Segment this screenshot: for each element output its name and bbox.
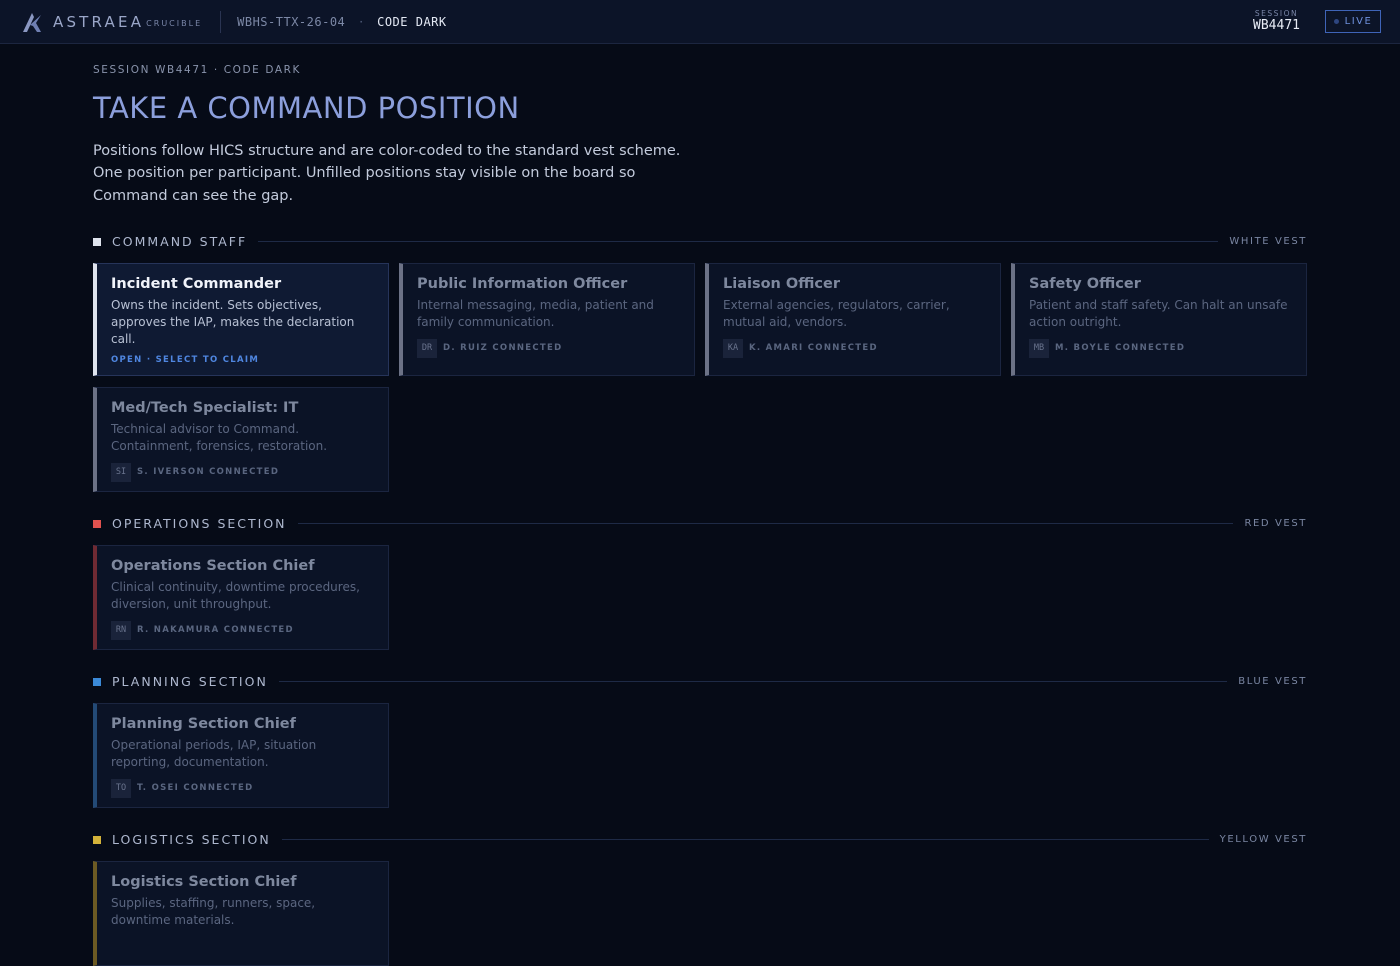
avatar: TO — [111, 778, 131, 798]
position-card-safety-officer[interactable]: Safety Officer Patient and staff safety.… — [1011, 262, 1307, 376]
position-description: External agencies, regulators, carrier, … — [723, 297, 950, 329]
section-vest-label: BLUE VEST — [1238, 676, 1307, 688]
position-grid: Logistics Section Chief Supplies, staffi… — [93, 860, 1307, 966]
avatar: SI — [111, 462, 131, 482]
top-bar: ASTRAEA CRUCIBLE WBHS-TTX-26-04 · CODE D… — [0, 0, 1400, 44]
brand-sub: CRUCIBLE — [146, 19, 203, 28]
section-header: OPERATIONS SECTION RED VEST — [93, 514, 1307, 534]
connected-status: D. RUIZ CONNECTED — [443, 343, 563, 354]
section-divider — [297, 523, 1234, 525]
red-vest-square-icon — [93, 519, 101, 528]
avatar: MB — [1029, 338, 1049, 358]
section-divider — [278, 681, 1228, 683]
section-vest-label: RED VEST — [1244, 518, 1307, 530]
position-title: Planning Section Chief — [111, 715, 296, 732]
position-card-public-information-officer[interactable]: Public Information Officer Internal mess… — [399, 262, 695, 376]
position-title: Safety Officer — [1029, 275, 1141, 292]
section-operations: OPERATIONS SECTION RED VEST Operations S… — [93, 514, 1307, 650]
position-status: SI S. IVERSON CONNECTED — [111, 462, 374, 482]
position-card-med-tech-specialist-it[interactable]: Med/Tech Specialist: IT Technical adviso… — [93, 386, 389, 492]
position-status: MB M. BOYLE CONNECTED — [1029, 338, 1292, 358]
section-planning: PLANNING SECTION BLUE VEST Planning Sect… — [93, 672, 1307, 808]
avatar: KA — [723, 338, 743, 358]
position-grid: Incident Commander Owns the incident. Se… — [93, 262, 1307, 492]
section-header: COMMAND STAFF WHITE VEST — [93, 232, 1307, 252]
astraea-logo-icon — [23, 12, 41, 32]
position-card-incident-commander[interactable]: Incident Commander Owns the incident. Se… — [93, 262, 389, 376]
white-vest-square-icon — [93, 237, 101, 246]
position-status: RN R. NAKAMURA CONNECTED — [111, 620, 374, 640]
scenario-name: CODE DARK — [377, 14, 447, 29]
position-description: Patient and staff safety. Can halt an un… — [1029, 297, 1288, 329]
live-label: LIVE — [1344, 16, 1373, 27]
position-title: Logistics Section Chief — [111, 873, 297, 890]
section-header: PLANNING SECTION BLUE VEST — [93, 672, 1307, 692]
position-description: Operational periods, IAP, situation repo… — [111, 737, 317, 769]
position-title: Public Information Officer — [417, 275, 628, 292]
yellow-vest-square-icon — [93, 835, 101, 844]
position-description: Supplies, staffing, runners, space, down… — [111, 895, 316, 927]
position-title: Operations Section Chief — [111, 557, 315, 574]
position-description: Internal messaging, media, patient and f… — [417, 297, 654, 329]
blue-vest-square-icon — [93, 677, 101, 686]
topbar-divider — [220, 10, 222, 33]
avatar: RN — [111, 620, 131, 640]
topbar-separator: · — [359, 14, 364, 29]
position-card-logistics-section-chief[interactable]: Logistics Section Chief Supplies, staffi… — [93, 860, 389, 966]
position-grid: Operations Section Chief Clinical contin… — [93, 544, 1307, 650]
section-title: LOGISTICS SECTION — [112, 832, 271, 848]
section-title: COMMAND STAFF — [112, 234, 248, 250]
connected-status: K. AMARI CONNECTED — [749, 343, 878, 354]
exercise-id: WBHS-TTX-26-04 — [237, 14, 346, 29]
claim-status: OPEN · SELECT TO CLAIM — [111, 355, 260, 366]
section-vest-label: YELLOW VEST — [1219, 834, 1307, 846]
position-title: Incident Commander — [111, 275, 282, 292]
eyebrow: SESSION WB4471 · CODE DARK — [93, 64, 302, 76]
page-title: TAKE A COMMAND POSITION — [93, 91, 520, 125]
live-badge: LIVE — [1325, 10, 1381, 33]
section-divider — [258, 241, 1219, 243]
position-card-liaison-officer[interactable]: Liaison Officer External agencies, regul… — [705, 262, 1001, 376]
session-indicator: SESSION WB4471 — [1253, 9, 1300, 34]
session-label: SESSION — [1254, 9, 1299, 18]
section-title: PLANNING SECTION — [112, 674, 268, 690]
position-title: Liaison Officer — [723, 275, 841, 292]
connected-status: T. OSEI CONNECTED — [137, 783, 254, 794]
position-grid: Planning Section Chief Operational perio… — [93, 702, 1307, 808]
intro-text: Positions follow HICS structure and are … — [93, 143, 681, 204]
position-status: TO T. OSEI CONNECTED — [111, 778, 374, 798]
position-status: KA K. AMARI CONNECTED — [723, 338, 986, 358]
section-vest-label: WHITE VEST — [1229, 236, 1307, 248]
position-status: DR D. RUIZ CONNECTED — [417, 338, 680, 358]
position-card-operations-section-chief[interactable]: Operations Section Chief Clinical contin… — [93, 544, 389, 650]
connected-status: S. IVERSON CONNECTED — [137, 467, 280, 478]
position-card-planning-section-chief[interactable]: Planning Section Chief Operational perio… — [93, 702, 389, 808]
brand[interactable]: ASTRAEA CRUCIBLE — [21, 0, 202, 44]
section-title: OPERATIONS SECTION — [112, 516, 287, 532]
section-logistics: LOGISTICS SECTION YELLOW VEST Logistics … — [93, 830, 1307, 966]
position-description: Clinical continuity, downtime procedures… — [111, 579, 360, 611]
section-command-staff: COMMAND STAFF WHITE VEST Incident Comman… — [93, 232, 1307, 492]
section-header: LOGISTICS SECTION YELLOW VEST — [93, 830, 1307, 850]
avatar: DR — [417, 338, 437, 358]
position-title: Med/Tech Specialist: IT — [111, 399, 299, 416]
position-description: Technical advisor to Command. Containmen… — [111, 421, 328, 453]
position-description: Owns the incident. Sets objectives, appr… — [111, 297, 355, 346]
session-value: WB4471 — [1253, 18, 1300, 33]
position-status: OPEN · SELECT TO CLAIM — [111, 351, 374, 370]
connected-status: R. NAKAMURA CONNECTED — [137, 625, 294, 636]
live-dot-icon — [1333, 19, 1339, 24]
main-content: SESSION WB4471 · CODE DARK TAKE A COMMAN… — [93, 44, 1307, 966]
section-divider — [281, 839, 1209, 841]
connected-status: M. BOYLE CONNECTED — [1055, 343, 1186, 354]
brand-name: ASTRAEA — [53, 12, 145, 31]
